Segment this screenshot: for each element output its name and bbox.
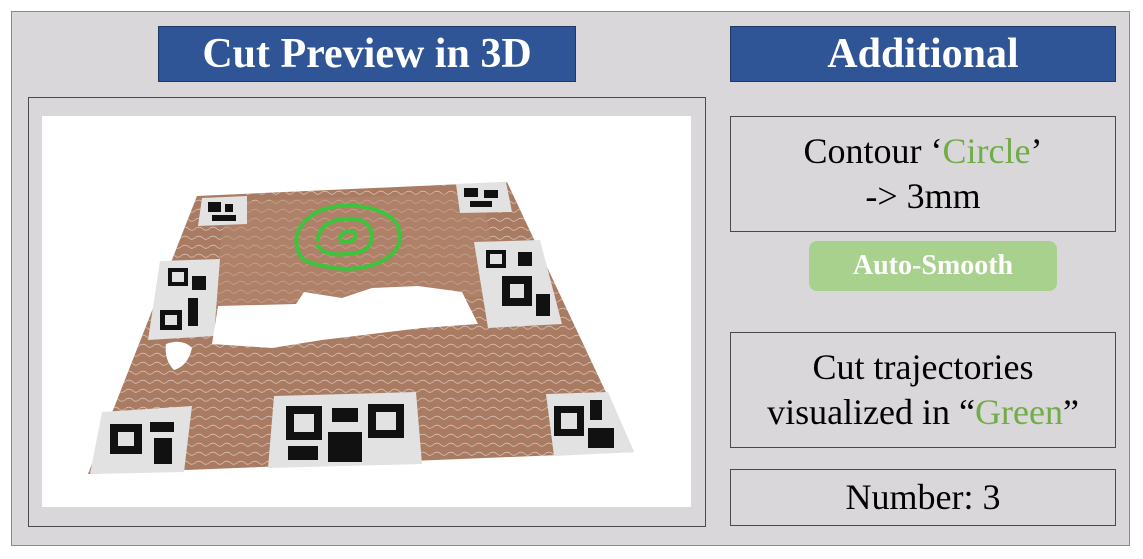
qr-marker-top-left <box>198 196 247 226</box>
qr-marker-mid-right <box>474 240 562 328</box>
point-cloud-render <box>88 182 634 474</box>
contour-suffix: ’ <box>1030 131 1043 171</box>
auto-smooth-button[interactable]: Auto-Smooth <box>809 241 1057 291</box>
contour-prefix: Contour ‘ <box>803 131 943 171</box>
trajectories-prefix: visualized in “ <box>767 392 975 432</box>
contour-line: Contour ‘Circle’ <box>804 129 1043 174</box>
3d-viewport[interactable] <box>42 116 691 507</box>
contour-info-box: Contour ‘Circle’ -> 3mm <box>730 116 1116 232</box>
number-label: Number: 3 <box>845 477 1001 517</box>
trajectories-color-name: Green <box>975 392 1063 432</box>
qr-marker-bottom-right <box>546 392 634 456</box>
trajectories-suffix: ” <box>1062 392 1079 432</box>
qr-marker-bottom-center <box>268 392 422 468</box>
qr-marker-top-right <box>456 182 512 213</box>
contour-offset: -> 3mm <box>865 176 981 216</box>
trajectories-info-box: Cut trajectories visualized in “Green” <box>730 332 1116 448</box>
additional-title: Additional <box>730 26 1116 82</box>
contour-shape-name: Circle <box>942 131 1031 171</box>
number-info-box: Number: 3 <box>730 469 1116 526</box>
qr-marker-mid-left <box>148 259 220 340</box>
trajectories-line2: visualized in “Green” <box>767 390 1079 435</box>
qr-marker-bottom-left <box>90 406 192 474</box>
trajectories-line1: Cut trajectories <box>812 347 1034 387</box>
cut-preview-title: Cut Preview in 3D <box>158 26 576 82</box>
